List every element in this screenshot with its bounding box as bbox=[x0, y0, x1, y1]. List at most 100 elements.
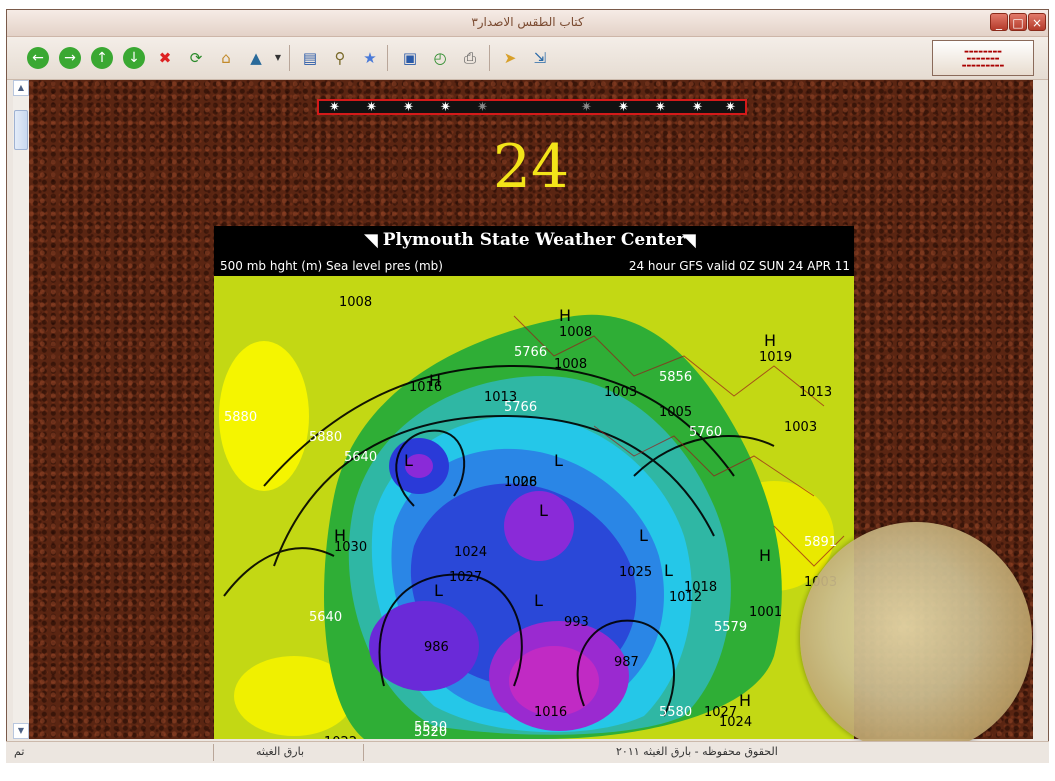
search-icon: ⚲ bbox=[334, 49, 346, 67]
map-label: H bbox=[764, 331, 776, 350]
map-label: 1003 bbox=[604, 385, 637, 400]
down-arrow-icon: ↓ bbox=[128, 50, 140, 66]
forward-button[interactable]: → bbox=[59, 47, 81, 69]
star-icon: ✷ bbox=[477, 100, 488, 115]
map-label: 5579 bbox=[714, 620, 747, 635]
map-label: L bbox=[404, 451, 413, 470]
vertical-scrollbar[interactable]: ▲ ▼ bbox=[13, 80, 30, 739]
map-label: 1016 bbox=[534, 705, 567, 720]
pointer-button[interactable]: ➤ bbox=[499, 47, 521, 69]
maximize-button[interactable]: □ bbox=[1009, 13, 1027, 31]
up-arrow-icon: ↑ bbox=[96, 50, 108, 66]
scroll-up-arrow[interactable]: ▲ bbox=[13, 80, 29, 96]
map-label: 1008 bbox=[339, 295, 372, 310]
refresh-button[interactable]: ⟳ bbox=[185, 47, 207, 69]
map-label: 1019 bbox=[759, 350, 792, 365]
star-icon: ✷ bbox=[403, 100, 414, 115]
map-label: 5760 bbox=[689, 425, 722, 440]
print-button[interactable]: ⎙ bbox=[459, 47, 481, 69]
map-label: 1027 bbox=[449, 570, 482, 585]
page-number: 24 bbox=[492, 132, 570, 202]
history-icon: ◴ bbox=[433, 49, 447, 67]
map-label: 1022 bbox=[324, 735, 357, 739]
map-label: L bbox=[434, 581, 443, 600]
map-left-subtitle: 500 mb hght (m) Sea level pres (mb) bbox=[220, 259, 443, 273]
home-button[interactable]: ⌂ bbox=[215, 47, 237, 69]
refresh-icon: ⟳ bbox=[189, 49, 203, 67]
map-right-subtitle: 24 hour GFS valid 0Z SUN 24 APR 11 bbox=[628, 259, 850, 273]
map-title: Plymouth State Weather Center bbox=[382, 230, 686, 250]
star-icon: ✷ bbox=[618, 100, 629, 115]
contents-icon: ▤ bbox=[302, 49, 318, 67]
pointer-icon: ➤ bbox=[503, 49, 517, 67]
map-label: 986 bbox=[424, 640, 449, 655]
map-label: 1008 bbox=[559, 325, 592, 340]
map-label: 1024 bbox=[454, 545, 487, 560]
map-label: H bbox=[334, 526, 346, 545]
map-label: 5766 bbox=[514, 345, 547, 360]
title-bar[interactable]: كتاب الطقس الاصدار٣ _ □ × bbox=[7, 10, 1048, 37]
map-label: 1008 bbox=[554, 357, 587, 372]
toolbar: ← → ↑ ↓ ✖ ⟳ ⌂ ▲ ▼ ▤ ⚲ ★ ▣ ◴ ⎙ ➤ ⇲ ▬▬▬▬▬▬… bbox=[7, 37, 1048, 80]
flag-icon: ◥ bbox=[682, 230, 696, 251]
map-label: 1027 bbox=[704, 705, 737, 720]
toolbar-separator bbox=[289, 45, 290, 71]
up-button[interactable]: ↑ bbox=[91, 47, 113, 69]
status-middle: بارق الغيثه bbox=[256, 745, 305, 758]
map-label: H bbox=[739, 691, 751, 710]
right-arrow-icon: → bbox=[64, 50, 76, 66]
map-label: 5520 bbox=[414, 725, 447, 739]
map-header: ◥ Plymouth State Weather Center ◥ 500 mb… bbox=[214, 226, 854, 276]
logo-line: ▬▬▬▬▬▬▬▬ bbox=[964, 49, 1002, 55]
app-logo-watermark bbox=[800, 522, 1032, 754]
export-icon: ⇲ bbox=[533, 49, 547, 67]
home-icon: ⌂ bbox=[221, 49, 231, 67]
minimize-button[interactable]: _ bbox=[990, 13, 1008, 31]
map-label: L bbox=[539, 501, 548, 520]
map-label: L bbox=[554, 451, 563, 470]
star-icon: ✷ bbox=[440, 100, 451, 115]
status-separator bbox=[213, 744, 214, 761]
status-right: الحقوق محفوظه - بارق الغيثه ٢٠١١ bbox=[616, 745, 778, 758]
map-label: 5891 bbox=[804, 535, 837, 550]
map-label: 5856 bbox=[659, 370, 692, 385]
back-button[interactable]: ← bbox=[27, 47, 49, 69]
star-icon: ✷ bbox=[366, 100, 377, 115]
weather-map-image: 100810061008100810131016 1003100510031019… bbox=[214, 276, 854, 739]
close-button[interactable]: × bbox=[1028, 13, 1046, 31]
export-button[interactable]: ⇲ bbox=[529, 47, 551, 69]
map-label: 1003 bbox=[784, 420, 817, 435]
map-label: 1013 bbox=[799, 385, 832, 400]
options-button[interactable]: ▣ bbox=[399, 47, 421, 69]
logo-line: ▬▬▬▬▬▬▬ bbox=[966, 56, 1000, 62]
map-label: 993 bbox=[564, 615, 589, 630]
stop-button[interactable]: ✖ bbox=[154, 47, 176, 69]
map-label: L bbox=[664, 561, 673, 580]
publisher-logo: ▬▬▬▬▬▬▬▬ ▬▬▬▬▬▬▬ ▬▬▬▬▬▬▬▬▬ bbox=[932, 40, 1034, 76]
map-label: 5640 bbox=[344, 450, 377, 465]
status-separator bbox=[363, 744, 364, 761]
map-label: 1025 bbox=[619, 565, 652, 580]
contents-button[interactable]: ▤ bbox=[299, 47, 321, 69]
map-label: 5880 bbox=[224, 410, 257, 425]
left-arrow-icon: ← bbox=[32, 50, 44, 66]
map-label: 1005 bbox=[659, 405, 692, 420]
map-label: L bbox=[534, 591, 543, 610]
sync-button[interactable]: ▲ bbox=[245, 47, 267, 69]
history-button[interactable]: ◴ bbox=[429, 47, 451, 69]
map-label: H bbox=[559, 306, 571, 325]
scroll-down-arrow[interactable]: ▼ bbox=[13, 723, 29, 739]
sync-dropdown[interactable]: ▼ bbox=[267, 47, 289, 69]
map-label: H bbox=[759, 546, 771, 565]
favorites-button[interactable]: ★ bbox=[359, 47, 381, 69]
map-label: 5640 bbox=[309, 610, 342, 625]
scroll-thumb[interactable] bbox=[14, 110, 28, 150]
stop-icon: ✖ bbox=[158, 49, 172, 67]
star-icon: ✷ bbox=[655, 100, 666, 115]
map-label: H bbox=[429, 371, 441, 390]
weather-map: ◥ Plymouth State Weather Center ◥ 500 mb… bbox=[214, 226, 854, 739]
search-button[interactable]: ⚲ bbox=[329, 47, 351, 69]
star-banner: ✷ ✷ ✷ ✷ ✷ ✷ ✷ ✷ ✷ ✷ bbox=[317, 99, 747, 115]
toolbar-separator bbox=[387, 45, 388, 71]
down-button[interactable]: ↓ bbox=[123, 47, 145, 69]
